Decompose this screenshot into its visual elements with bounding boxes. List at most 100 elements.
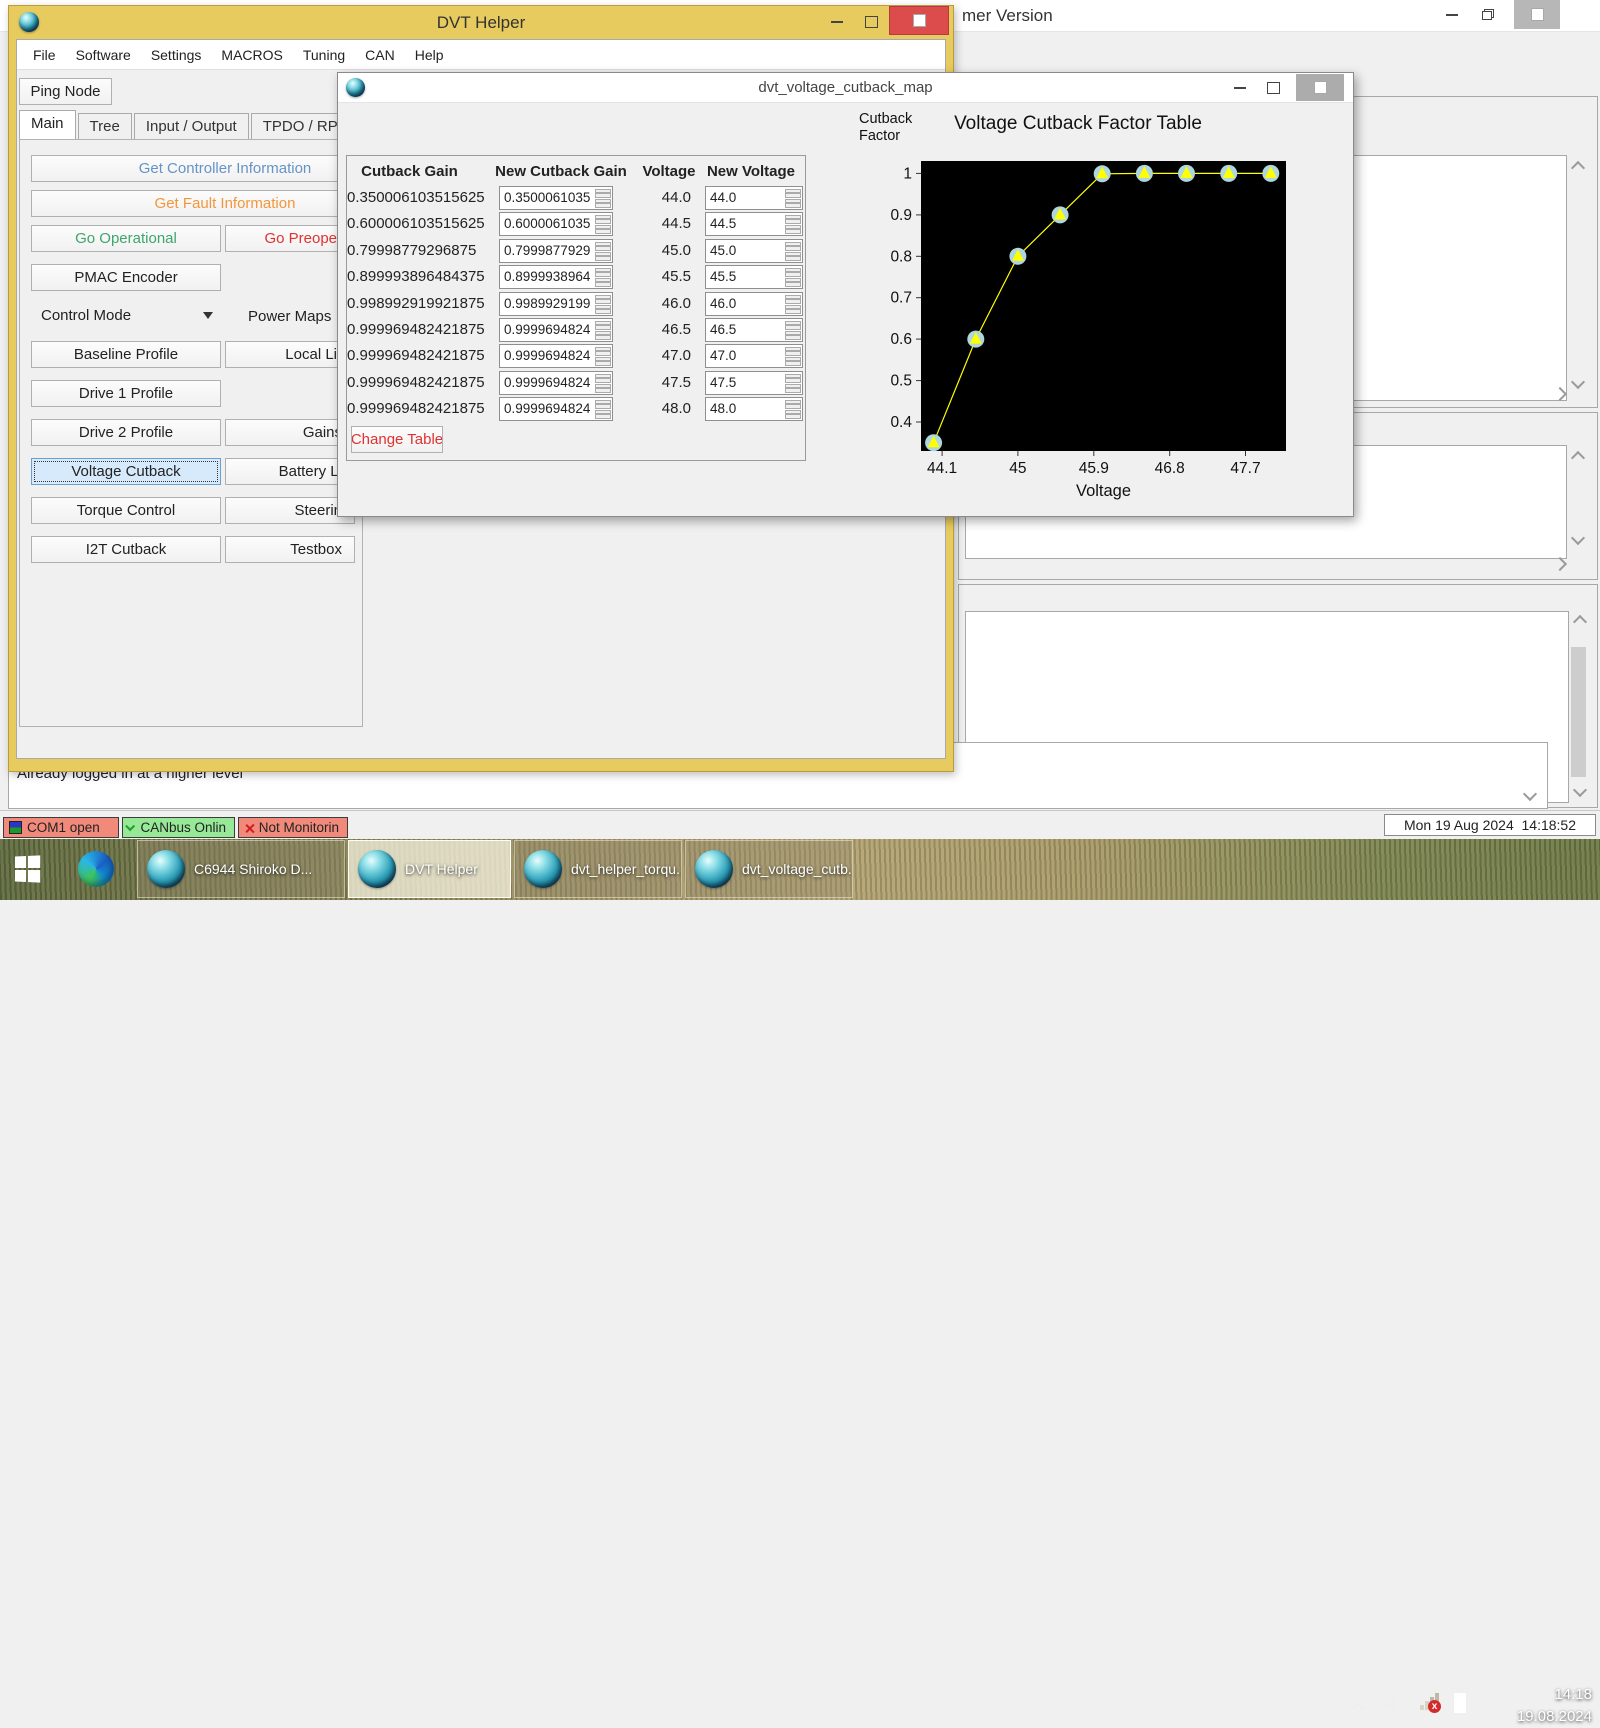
start-button[interactable] xyxy=(10,852,50,886)
steerin-button[interactable]: Steerin xyxy=(225,497,355,524)
new-cutback-gain-spinbox[interactable]: 0.9999694824 xyxy=(499,371,613,395)
taskbar-item-c6944-shiroko-d[interactable]: C6944 Shiroko D... xyxy=(137,840,345,898)
status-chip-com1-open[interactable]: COM1 open xyxy=(3,817,119,838)
spin-down-icon[interactable] xyxy=(595,199,611,208)
testbox-button[interactable]: Testbox xyxy=(225,536,355,563)
spin-down-icon[interactable] xyxy=(595,225,611,234)
spin-up-icon[interactable] xyxy=(785,347,801,356)
control-mode-dropdown[interactable]: Control Mode xyxy=(31,302,221,329)
spin-up-icon[interactable] xyxy=(595,189,611,198)
new-cutback-gain-spinbox[interactable]: 0.6000061035 xyxy=(499,212,613,236)
taskbar-item-dvt-helper[interactable]: DVT Helper xyxy=(348,840,511,898)
spin-up-icon[interactable] xyxy=(785,268,801,277)
new-cutback-gain-spinbox[interactable]: 0.9999694824 xyxy=(499,318,613,342)
spin-up-icon[interactable] xyxy=(595,242,611,251)
spin-up-icon[interactable] xyxy=(785,295,801,304)
customer-restore-button[interactable] xyxy=(1482,9,1494,20)
menu-item-settings[interactable]: Settings xyxy=(141,47,212,63)
menu-item-software[interactable]: Software xyxy=(66,47,141,63)
new-cutback-gain-spinbox[interactable]: 0.9999694824 xyxy=(499,397,613,421)
local-lir-button[interactable]: Local Lir xyxy=(225,341,355,368)
status-chip-canbus-onlin[interactable]: CANbus Onlin xyxy=(122,817,235,838)
dialog-title-bar[interactable]: dvt_voltage_cutback_map xyxy=(338,73,1353,103)
baseline-profile-button[interactable]: Baseline Profile xyxy=(31,341,221,368)
scroll-down-icon[interactable] xyxy=(1571,375,1585,389)
go-operational-button[interactable]: Go Operational xyxy=(31,225,221,252)
scroll-up-icon[interactable] xyxy=(1571,451,1585,465)
status-chip-not-monitorin[interactable]: Not Monitorin xyxy=(238,817,348,838)
spin-down-icon[interactable] xyxy=(785,357,801,366)
spin-down-icon[interactable] xyxy=(595,278,611,287)
spin-up-icon[interactable] xyxy=(785,215,801,224)
menu-item-help[interactable]: Help xyxy=(405,47,454,63)
scroll-down-icon[interactable] xyxy=(1571,531,1585,545)
spin-up-icon[interactable] xyxy=(595,400,611,409)
menu-item-tuning[interactable]: Tuning xyxy=(293,47,355,63)
tray-expand-icon[interactable] xyxy=(1350,1702,1364,1716)
spin-down-icon[interactable] xyxy=(595,252,611,261)
helper-close-button[interactable] xyxy=(889,6,949,35)
spin-up-icon[interactable] xyxy=(595,295,611,304)
voltage-cutback-button[interactable]: Voltage Cutback xyxy=(31,458,221,485)
new-cutback-gain-spinbox[interactable]: 0.9999694824 xyxy=(499,344,613,368)
menu-item-can[interactable]: CAN xyxy=(355,47,405,63)
spin-up-icon[interactable] xyxy=(785,242,801,251)
customer-minimize-button[interactable] xyxy=(1446,14,1458,16)
go-preoperational-button[interactable]: Go Preoper xyxy=(225,225,355,252)
spin-up-icon[interactable] xyxy=(785,400,801,409)
spin-up-icon[interactable] xyxy=(785,321,801,330)
edge-browser-icon[interactable] xyxy=(78,851,114,887)
menu-item-macros[interactable]: MACROS xyxy=(211,47,292,63)
new-cutback-gain-spinbox[interactable]: 0.3500061035 xyxy=(499,186,613,210)
gains-button[interactable]: Gains xyxy=(225,419,355,446)
new-voltage-spinbox[interactable]: 44.5 xyxy=(705,212,803,236)
i2t-cutback-button[interactable]: I2T Cutback xyxy=(31,536,221,563)
dialog-close-button[interactable] xyxy=(1296,74,1344,101)
drive-2-profile-button[interactable]: Drive 2 Profile xyxy=(31,419,221,446)
scroll-down-icon[interactable] xyxy=(1523,787,1537,801)
spin-down-icon[interactable] xyxy=(595,384,611,393)
torque-control-button[interactable]: Torque Control xyxy=(31,497,221,524)
spin-down-icon[interactable] xyxy=(595,357,611,366)
spin-up-icon[interactable] xyxy=(785,189,801,198)
spin-down-icon[interactable] xyxy=(785,252,801,261)
battery-li-button[interactable]: Battery Li xyxy=(225,458,355,485)
network-icon[interactable]: x xyxy=(1420,1692,1442,1710)
spin-down-icon[interactable] xyxy=(785,331,801,340)
spin-down-icon[interactable] xyxy=(595,305,611,314)
menu-item-file[interactable]: File xyxy=(23,47,66,63)
new-voltage-spinbox[interactable]: 48.0 xyxy=(705,397,803,421)
spin-down-icon[interactable] xyxy=(785,305,801,314)
spin-down-icon[interactable] xyxy=(785,278,801,287)
new-voltage-spinbox[interactable]: 47.5 xyxy=(705,371,803,395)
ping-node-button[interactable]: Ping Node xyxy=(19,78,112,105)
spin-down-icon[interactable] xyxy=(785,199,801,208)
taskbar-item-dvt-helper-torqu[interactable]: dvt_helper_torqu... xyxy=(514,840,682,898)
new-voltage-spinbox[interactable]: 46.0 xyxy=(705,292,803,316)
tab-tree[interactable]: Tree xyxy=(78,113,132,139)
spin-up-icon[interactable] xyxy=(595,215,611,224)
new-cutback-gain-spinbox[interactable]: 0.8999938964 xyxy=(499,265,613,289)
dialog-minimize-button[interactable] xyxy=(1234,87,1246,89)
new-voltage-spinbox[interactable]: 45.0 xyxy=(705,239,803,263)
spin-down-icon[interactable] xyxy=(595,410,611,419)
scroll-down-icon[interactable] xyxy=(1573,783,1587,797)
helper-minimize-button[interactable] xyxy=(831,21,843,23)
pmac-encoder-button[interactable]: PMAC Encoder xyxy=(31,264,221,291)
new-cutback-gain-spinbox[interactable]: 0.7999877929 xyxy=(499,239,613,263)
helper-title-bar[interactable]: DVT Helper xyxy=(9,6,953,39)
drive-1-profile-button[interactable]: Drive 1 Profile xyxy=(31,380,221,407)
spin-up-icon[interactable] xyxy=(785,374,801,383)
new-voltage-spinbox[interactable]: 46.5 xyxy=(705,318,803,342)
spin-down-icon[interactable] xyxy=(595,331,611,340)
dialog-maximize-button[interactable] xyxy=(1267,82,1280,94)
helper-maximize-button[interactable] xyxy=(865,16,878,28)
tab-input-output[interactable]: Input / Output xyxy=(134,113,249,139)
scroll-right-icon[interactable] xyxy=(1553,557,1567,571)
spin-down-icon[interactable] xyxy=(785,384,801,393)
new-voltage-spinbox[interactable]: 47.0 xyxy=(705,344,803,368)
taskbar-item-dvt-voltage-cutb[interactable]: dvt_voltage_cutb... xyxy=(685,840,853,898)
new-voltage-spinbox[interactable]: 44.0 xyxy=(705,186,803,210)
spin-up-icon[interactable] xyxy=(595,268,611,277)
change-table-button[interactable]: Change Table xyxy=(351,426,443,453)
